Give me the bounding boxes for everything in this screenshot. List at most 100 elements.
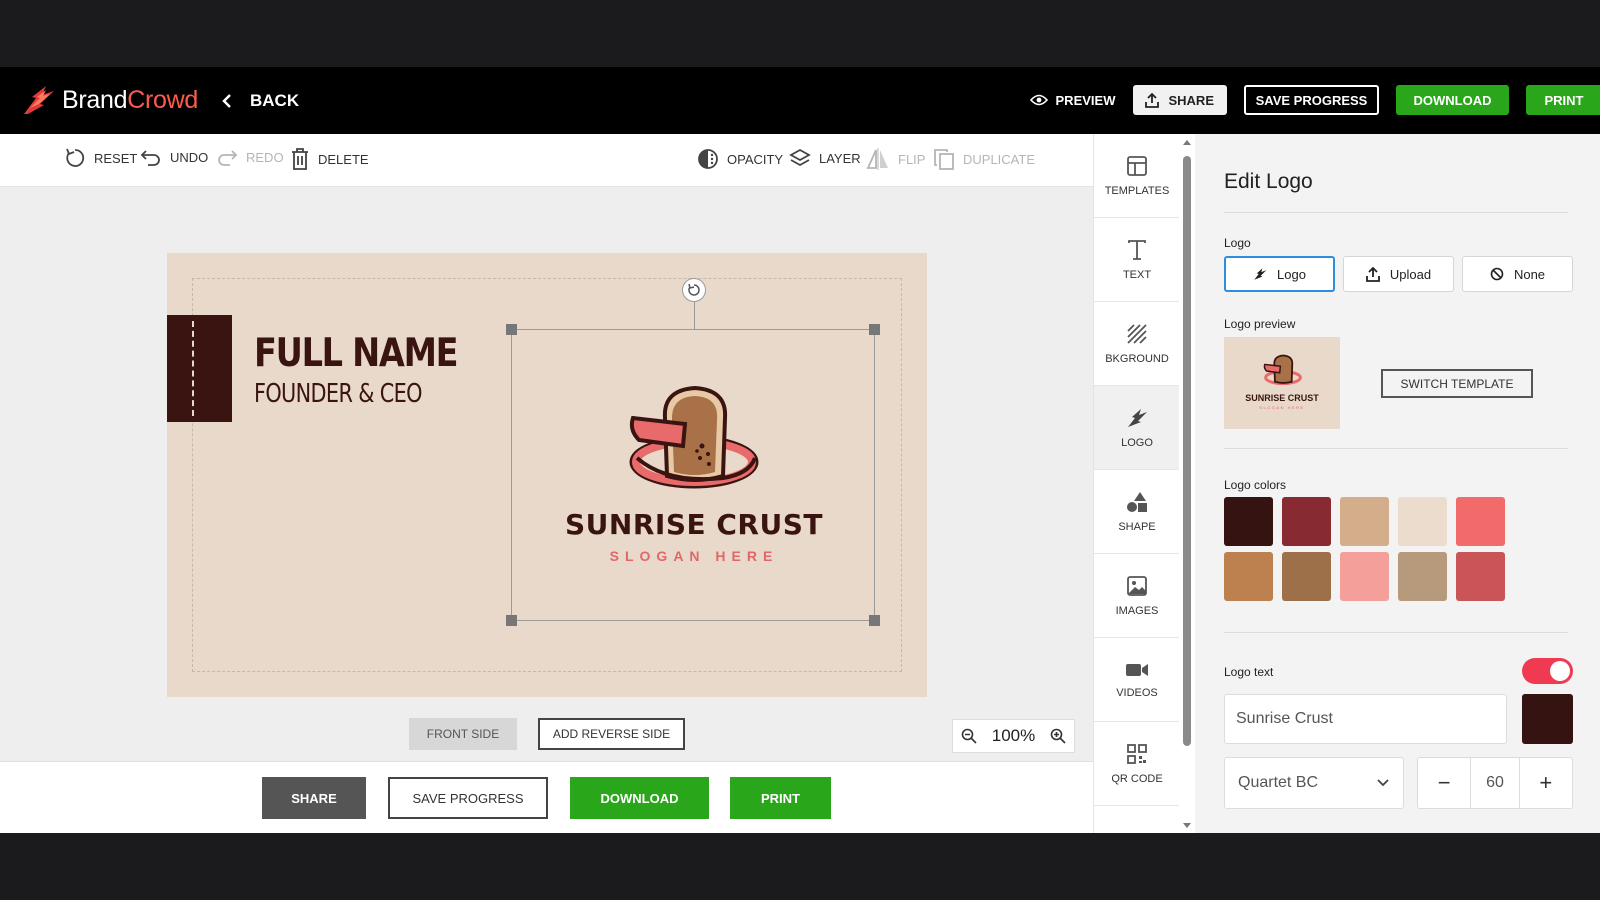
switch-template-button[interactable]: SWITCH TEMPLATE xyxy=(1381,369,1533,398)
undo-button[interactable]: UNDO xyxy=(140,148,208,166)
reset-button[interactable]: RESET xyxy=(64,148,137,168)
font-size-value[interactable]: 60 xyxy=(1470,757,1520,809)
card-role[interactable]: FOUNDER & CEO xyxy=(254,379,423,409)
image-icon xyxy=(1127,575,1147,596)
bottom-print-button[interactable]: PRINT xyxy=(730,777,831,819)
bottom-share-button[interactable]: SHARE xyxy=(262,777,366,819)
logo-selection-box[interactable]: SUNRISE CRUST SLOGAN HERE xyxy=(506,278,880,626)
brand-name: BrandCrowd xyxy=(62,85,198,114)
nav-background[interactable]: BKGROUND xyxy=(1094,302,1180,386)
resize-handle-top-left[interactable] xyxy=(506,324,517,335)
video-icon xyxy=(1126,663,1148,676)
resize-handle-top-right[interactable] xyxy=(869,324,880,335)
shape-icon xyxy=(1127,491,1147,512)
nav-shape[interactable]: SHAPE xyxy=(1094,470,1180,554)
font-select[interactable]: Quartet BC xyxy=(1224,757,1404,809)
brandcrowd-logo[interactable]: BrandCrowd xyxy=(22,84,198,116)
zoom-out-button[interactable] xyxy=(961,728,977,744)
duplicate-icon xyxy=(934,149,954,170)
edit-logo-panel: Edit Logo Logo Logo Upload None Logo pre… xyxy=(1195,134,1600,833)
decrease-size-button[interactable]: − xyxy=(1418,757,1470,809)
logo-colors-label: Logo colors xyxy=(1224,478,1287,492)
logo-text-label: Logo text xyxy=(1224,665,1274,679)
preview-button[interactable]: PREVIEW xyxy=(1029,85,1115,115)
nav-images[interactable]: IMAGES xyxy=(1094,554,1180,638)
logo-color-swatch[interactable] xyxy=(1456,497,1505,546)
download-button[interactable]: DOWNLOAD xyxy=(1396,85,1509,115)
logo-color-swatch[interactable] xyxy=(1456,552,1505,601)
nav-text[interactable]: TEXT xyxy=(1094,218,1180,302)
panel-title: Edit Logo xyxy=(1224,170,1313,193)
back-label: BACK xyxy=(250,91,300,110)
print-button[interactable]: PRINT xyxy=(1526,85,1600,115)
upload-icon xyxy=(1145,92,1160,108)
nav-videos[interactable]: VIDEOS xyxy=(1094,638,1180,722)
nav-qr-code[interactable]: QR CODE xyxy=(1094,722,1180,806)
logo-icon xyxy=(1128,408,1147,427)
logo-color-swatch[interactable] xyxy=(1398,497,1447,546)
add-reverse-side-button[interactable]: ADD REVERSE SIDE xyxy=(538,718,685,750)
logo-text-toggle[interactable] xyxy=(1522,658,1573,684)
logo-company-name: SUNRISE CRUST xyxy=(565,508,823,541)
logo-color-swatch[interactable] xyxy=(1224,552,1273,601)
logo-preview-label: Logo preview xyxy=(1224,317,1296,331)
logo-option-upload[interactable]: Upload xyxy=(1343,256,1454,292)
reset-icon xyxy=(66,148,85,167)
logo-slogan: SLOGAN HERE xyxy=(609,548,779,564)
scroll-thumb[interactable] xyxy=(1183,156,1191,746)
bottom-download-button[interactable]: DOWNLOAD xyxy=(570,777,709,819)
front-side-button[interactable]: FRONT SIDE xyxy=(409,718,517,750)
logo-option-logo[interactable]: Logo xyxy=(1224,256,1335,292)
side-nav-scrollbar[interactable] xyxy=(1179,134,1195,833)
font-size-stepper: − 60 + xyxy=(1417,757,1573,809)
logo-text-color-button[interactable] xyxy=(1522,694,1573,744)
top-bar: BrandCrowd BACK PREVIEW SHARE SAVE PROGR… xyxy=(0,67,1600,134)
bottom-save-progress-button[interactable]: SAVE PROGRESS xyxy=(388,777,548,819)
bottom-action-bar: SHARE SAVE PROGRESS DOWNLOAD PRINT xyxy=(0,761,1093,833)
zoom-in-button[interactable] xyxy=(1050,728,1066,744)
rotate-handle[interactable] xyxy=(682,278,706,302)
logo-color-swatch[interactable] xyxy=(1398,552,1447,601)
save-progress-button[interactable]: SAVE PROGRESS xyxy=(1244,85,1379,115)
delete-button[interactable]: DELETE xyxy=(290,148,369,170)
redo-icon xyxy=(218,150,238,166)
edit-toolbar: RESET UNDO REDO DELETE OPACITY LAYER FLI… xyxy=(0,134,1093,187)
chevron-left-icon xyxy=(222,94,231,108)
templates-icon xyxy=(1127,155,1147,176)
logo-option-none[interactable]: None xyxy=(1462,256,1573,292)
layer-button[interactable]: LAYER xyxy=(789,148,861,168)
card-full-name[interactable]: FULL NAME xyxy=(254,331,459,376)
logo-color-swatch[interactable] xyxy=(1340,552,1389,601)
eye-icon xyxy=(1029,94,1048,106)
logo-icon xyxy=(1254,268,1267,280)
side-nav: TEMPLATES TEXT BKGROUND LOGO SHAPE IMAGE… xyxy=(1093,134,1180,833)
redo-button[interactable]: REDO xyxy=(216,148,284,166)
scroll-down-icon[interactable] xyxy=(1182,822,1192,830)
zoom-level: 100% xyxy=(991,726,1036,745)
opacity-button[interactable]: OPACITY xyxy=(697,148,783,170)
upload-icon xyxy=(1365,266,1380,282)
flip-button[interactable]: FLIP xyxy=(866,148,925,170)
share-button[interactable]: SHARE xyxy=(1133,85,1227,115)
resize-handle-bottom-right[interactable] xyxy=(869,615,880,626)
layers-icon xyxy=(789,148,811,167)
scroll-up-icon[interactable] xyxy=(1182,138,1192,146)
increase-size-button[interactable]: + xyxy=(1520,757,1572,809)
logo-color-swatch[interactable] xyxy=(1340,497,1389,546)
chevron-down-icon xyxy=(1377,779,1389,787)
back-button[interactable]: BACK xyxy=(222,91,299,111)
ban-icon xyxy=(1490,267,1504,281)
logo-color-swatch[interactable] xyxy=(1224,497,1273,546)
nav-templates[interactable]: TEMPLATES xyxy=(1094,134,1180,218)
background-icon xyxy=(1127,323,1147,344)
business-card[interactable]: FULL NAME FOUNDER & CEO SUNRISE CRUST SL… xyxy=(167,253,927,697)
logo-label: Logo xyxy=(1224,236,1251,250)
card-stripe[interactable] xyxy=(167,315,232,422)
duplicate-button[interactable]: DUPLICATE xyxy=(933,148,1035,170)
resize-handle-bottom-left[interactable] xyxy=(506,615,517,626)
logo-color-swatch[interactable] xyxy=(1282,552,1331,601)
logo-text-input[interactable] xyxy=(1224,694,1507,744)
logo-color-swatch[interactable] xyxy=(1282,497,1331,546)
nav-logo[interactable]: LOGO xyxy=(1094,386,1180,470)
bread-logo-thumb-icon xyxy=(1263,354,1302,386)
